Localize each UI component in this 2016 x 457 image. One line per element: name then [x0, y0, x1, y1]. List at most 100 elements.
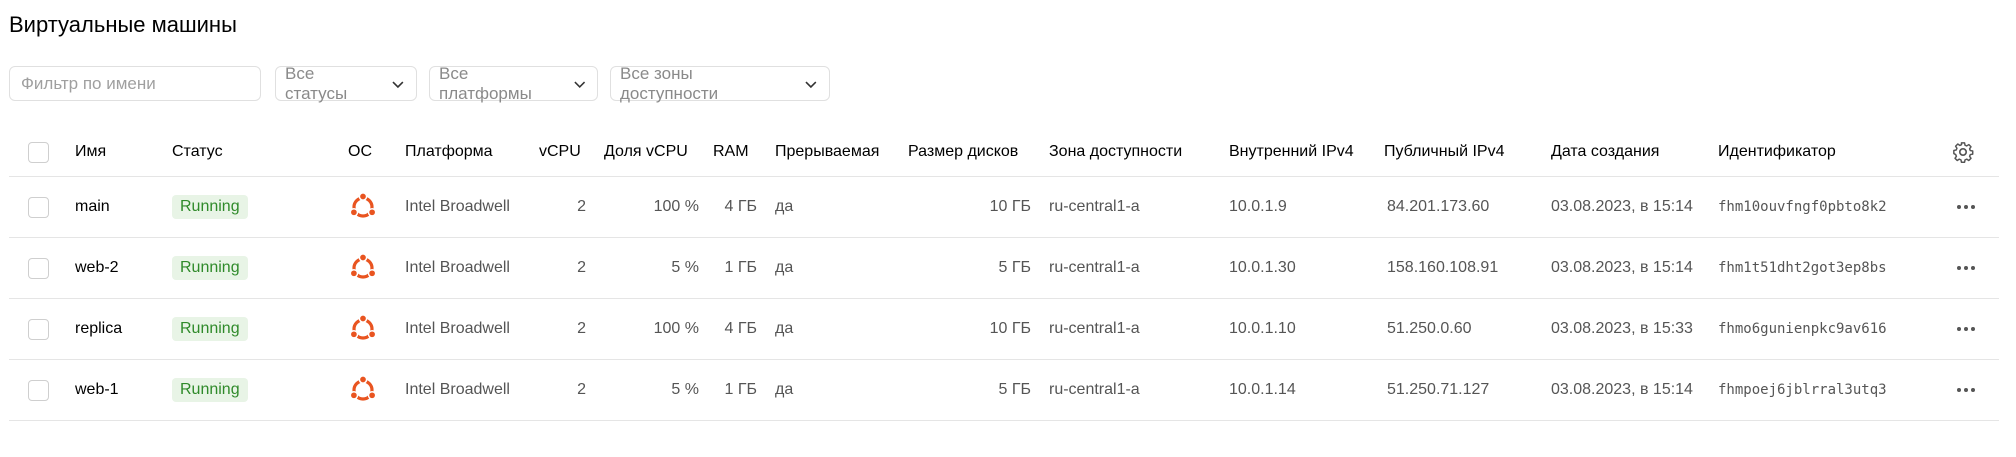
vcpu-share-cell: 5 %: [671, 259, 699, 276]
ubuntu-icon: [349, 192, 377, 218]
status-badge: Running: [172, 256, 248, 280]
dot-icon: [1957, 327, 1961, 331]
internal-ip-cell: 10.0.1.10: [1229, 320, 1296, 337]
vm-name-link[interactable]: main: [75, 177, 110, 237]
platform-cell: Intel Broadwell: [405, 320, 510, 337]
preemptible-cell: да: [775, 259, 794, 276]
platform-filter-select[interactable]: Все платформы: [429, 63, 598, 103]
more-actions-button[interactable]: [1951, 192, 1981, 222]
platform-cell: Intel Broadwell: [405, 198, 510, 215]
created-cell: 03.08.2023, в 15:33: [1551, 320, 1693, 337]
vcpu-share-cell: 100 %: [653, 198, 699, 215]
ram-cell: 1 ГБ: [724, 259, 757, 276]
vm-name-link[interactable]: web-2: [75, 238, 119, 298]
filters-bar: Все статусы Все платформы Все зоны досту…: [9, 63, 830, 103]
page-title: Виртуальные машины: [9, 12, 237, 37]
vm-name-link[interactable]: web-1: [75, 360, 119, 420]
select-all-checkbox[interactable]: [28, 141, 49, 163]
vcpu-share-cell: 100 %: [653, 320, 699, 337]
column-header-ram[interactable]: RAM: [713, 128, 749, 176]
dot-icon: [1957, 205, 1961, 209]
created-cell: 03.08.2023, в 15:14: [1551, 198, 1693, 215]
column-header-disk-size[interactable]: Размер дисков: [908, 128, 1018, 176]
dot-icon: [1964, 388, 1968, 392]
dot-icon: [1964, 327, 1968, 331]
row-checkbox[interactable]: [28, 318, 49, 340]
disk-size-cell: 10 ГБ: [989, 320, 1031, 337]
zone-cell: ru-central1-a: [1049, 320, 1140, 337]
column-header-internal-ip[interactable]: Внутренний IPv4: [1229, 128, 1354, 176]
zone-cell: ru-central1-a: [1049, 259, 1140, 276]
table-row[interactable]: web-1 Running Intel Broadwell 2 5 % 1 ГБ…: [9, 360, 1999, 421]
table-row[interactable]: web-2 Running Intel Broadwell 2 5 % 1 ГБ…: [9, 238, 1999, 299]
disk-size-cell: 5 ГБ: [998, 259, 1031, 276]
more-actions-button[interactable]: [1951, 253, 1981, 283]
vcpu-cell: 2: [577, 259, 586, 276]
row-checkbox[interactable]: [28, 257, 49, 279]
more-actions-button[interactable]: [1951, 314, 1981, 344]
status-badge: Running: [172, 317, 248, 341]
preemptible-cell: да: [775, 320, 794, 337]
platform-filter-label: Все платформы: [439, 63, 532, 103]
column-header-preemptible[interactable]: Прерываемая: [775, 128, 879, 176]
id-cell: fhmpoej6jblrral3utq3: [1718, 382, 1887, 398]
vcpu-cell: 2: [577, 381, 586, 398]
id-cell: fhmo6gunienpkc9av616: [1718, 321, 1887, 337]
dot-icon: [1971, 327, 1975, 331]
vm-name-link[interactable]: replica: [75, 299, 122, 359]
dot-icon: [1957, 266, 1961, 270]
vcpu-cell: 2: [577, 320, 586, 337]
column-header-os[interactable]: ОС: [348, 128, 372, 176]
public-ip-cell: 158.160.108.91: [1387, 259, 1499, 276]
column-header-name[interactable]: Имя: [75, 128, 106, 176]
dot-icon: [1957, 388, 1961, 392]
vm-table: Имя Статус ОС Платформа vCPU Доля vCPU R…: [9, 128, 1999, 421]
ubuntu-icon: [349, 314, 377, 340]
column-header-created[interactable]: Дата создания: [1551, 128, 1659, 176]
row-checkbox[interactable]: [28, 379, 49, 401]
column-header-zone[interactable]: Зона доступности: [1049, 128, 1182, 176]
column-header-vcpu-share[interactable]: Доля vCPU: [604, 128, 688, 176]
column-header-vcpu[interactable]: vCPU: [539, 128, 581, 176]
table-row[interactable]: replica Running Intel Broadwell 2 100 % …: [9, 299, 1999, 360]
column-header-status[interactable]: Статус: [172, 128, 223, 176]
dot-icon: [1971, 388, 1975, 392]
public-ip-cell: 84.201.173.60: [1387, 198, 1490, 215]
vcpu-share-cell: 5 %: [671, 381, 699, 398]
ram-cell: 4 ГБ: [724, 320, 757, 337]
column-header-public-ip[interactable]: Публичный IPv4: [1384, 128, 1504, 176]
public-ip-cell: 51.250.71.127: [1387, 381, 1490, 398]
chevron-down-icon: [573, 81, 585, 88]
column-header-platform[interactable]: Платформа: [405, 128, 493, 176]
gear-icon[interactable]: [1952, 141, 1974, 163]
more-actions-button[interactable]: [1951, 375, 1981, 405]
row-checkbox[interactable]: [28, 196, 49, 218]
table-header-row: Имя Статус ОС Платформа vCPU Доля vCPU R…: [9, 128, 1999, 177]
dot-icon: [1964, 205, 1968, 209]
column-header-id[interactable]: Идентификатор: [1718, 128, 1836, 176]
name-filter-input[interactable]: [9, 66, 261, 101]
dot-icon: [1971, 205, 1975, 209]
vm-list-page: Виртуальные машины Все статусы Все платф…: [0, 0, 2016, 457]
id-cell: fhm1t51dht2got3ep8bs: [1718, 260, 1887, 276]
ubuntu-icon: [349, 375, 377, 401]
preemptible-cell: да: [775, 198, 794, 215]
table-row[interactable]: main Running Intel Broadwell 2 100 % 4 Г…: [9, 177, 1999, 238]
ram-cell: 4 ГБ: [724, 198, 757, 215]
zone-cell: ru-central1-a: [1049, 381, 1140, 398]
chevron-down-icon: [392, 80, 404, 88]
disk-size-cell: 10 ГБ: [989, 198, 1031, 215]
status-badge: Running: [172, 378, 248, 402]
created-cell: 03.08.2023, в 15:14: [1551, 259, 1693, 276]
platform-cell: Intel Broadwell: [405, 259, 510, 276]
internal-ip-cell: 10.0.1.14: [1229, 381, 1296, 398]
zone-filter-label: Все зоны доступности: [620, 63, 719, 103]
ram-cell: 1 ГБ: [724, 381, 757, 398]
disk-size-cell: 5 ГБ: [998, 381, 1031, 398]
created-cell: 03.08.2023, в 15:14: [1551, 381, 1693, 398]
internal-ip-cell: 10.0.1.30: [1229, 259, 1296, 276]
zone-filter-select[interactable]: Все зоны доступности: [610, 63, 830, 103]
status-badge: Running: [172, 195, 248, 219]
dot-icon: [1964, 266, 1968, 270]
status-filter-select[interactable]: Все статусы: [275, 64, 417, 103]
